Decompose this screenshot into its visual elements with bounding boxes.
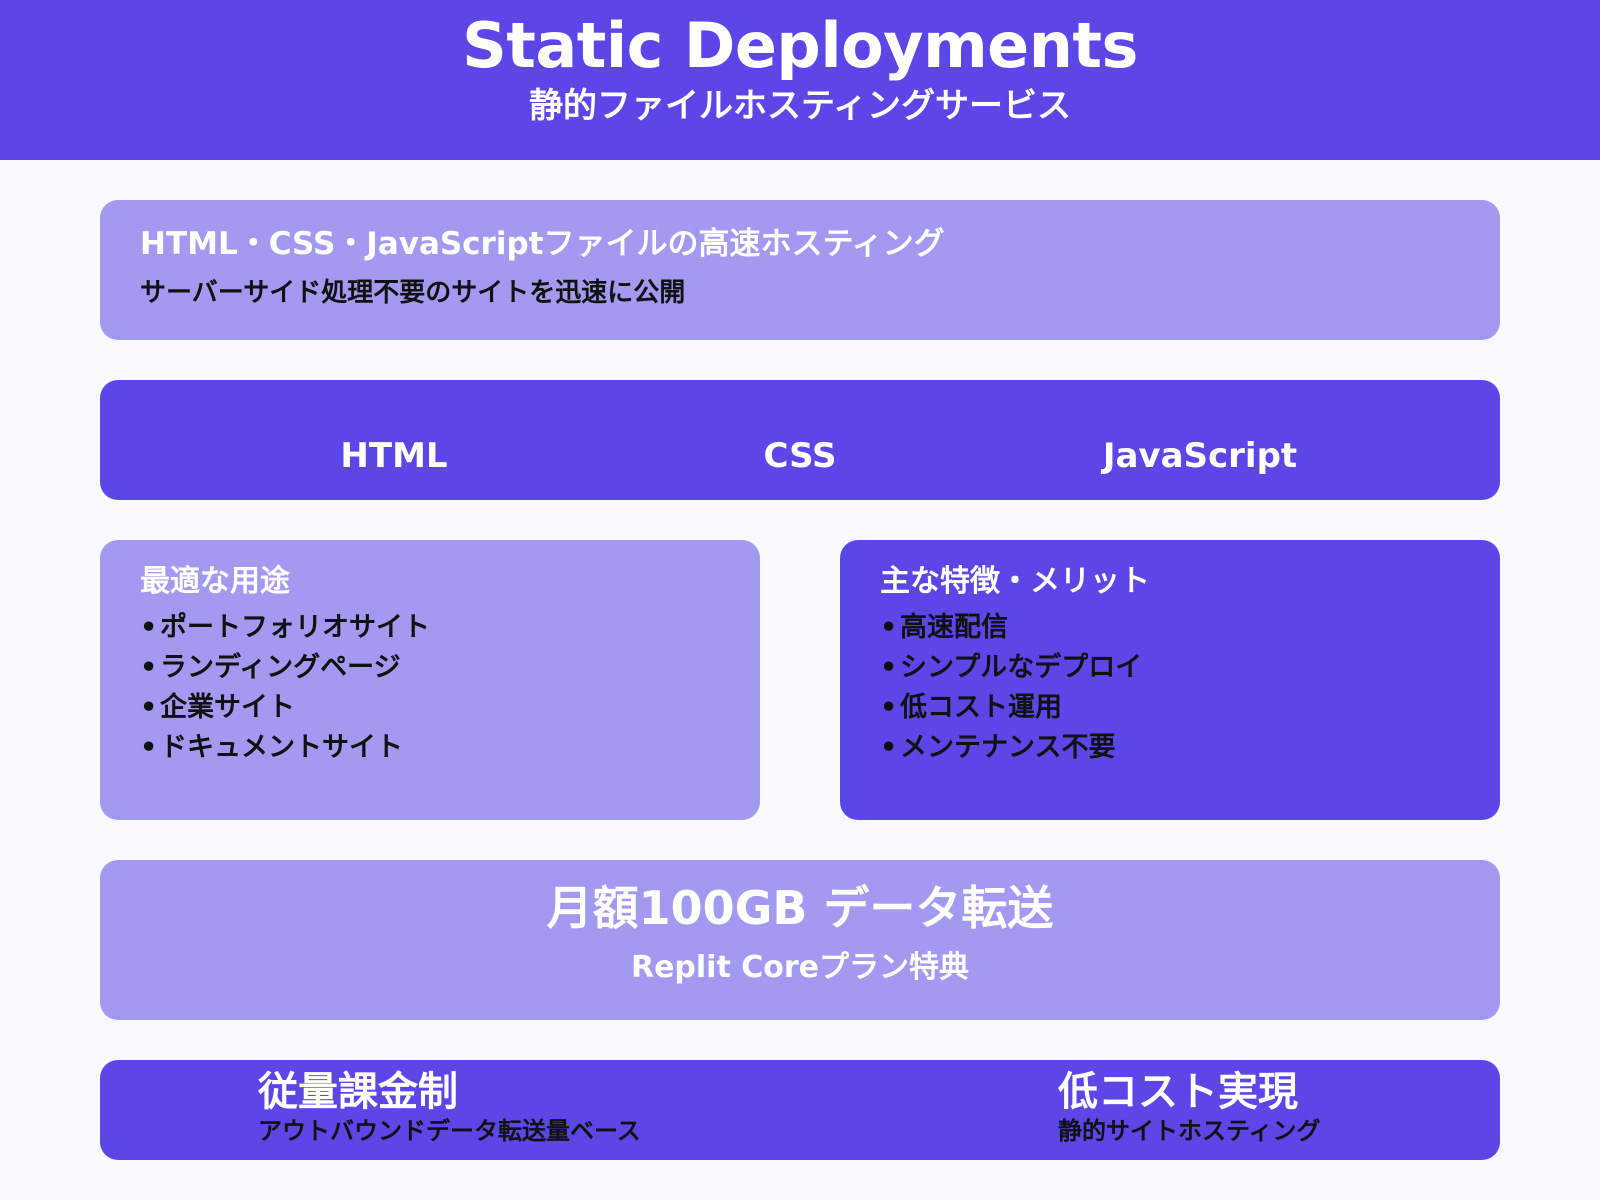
tech-css: CSS xyxy=(763,436,837,476)
plan-note: Replit Coreプラン特典 xyxy=(630,950,970,985)
use-cases-title: 最適な用途 xyxy=(140,564,290,599)
plan-headline: 月額100GB データ転送 xyxy=(546,881,1054,935)
intro-title: HTML・CSS・JavaScriptファイルの高速ホスティング xyxy=(140,226,945,262)
low-cost: 低コスト実現 静的サイトホスティング xyxy=(1058,1068,1321,1146)
tech-javascript: JavaScript xyxy=(1102,436,1298,476)
use-cases-list: • ポートフォリオサイト • ランディングページ • 企業サイト • ドキュメントサイト xyxy=(140,608,430,768)
bullet-icon: • xyxy=(880,732,898,763)
bullet-icon: • xyxy=(140,652,158,683)
list-item: • 高速配信 xyxy=(880,608,1142,648)
intro-description: サーバーサイド処理不要のサイトを迅速に公開 xyxy=(140,278,686,308)
bullet-icon: • xyxy=(880,692,898,723)
pricing-model-subtitle: アウトバウンドデータ転送量ベース xyxy=(258,1117,641,1145)
low-cost-subtitle: 静的サイトホスティング xyxy=(1058,1117,1321,1145)
use-cases-panel: 最適な用途 • ポートフォリオサイト • ランディングページ • 企業サイト • ドキュ… xyxy=(100,540,760,820)
pricing-model-title: 従量課金制 xyxy=(258,1069,458,1115)
list-item: • 企業サイト xyxy=(140,688,430,728)
features-panel: 主な特徴・メリット • 高速配信 • シンプルなデプロイ • 低コスト運用 • メンテナ… xyxy=(840,540,1500,820)
list-item: • ランディングページ xyxy=(140,648,430,688)
header-banner: Static Deployments 静的ファイルホスティングサービス xyxy=(0,0,1600,160)
page-subtitle: 静的ファイルホスティングサービス xyxy=(529,86,1071,126)
list-item: • ドキュメントサイト xyxy=(140,728,430,768)
plan-box: 月額100GB データ転送 Replit Coreプラン特典 xyxy=(100,860,1500,1020)
features-list: • 高速配信 • シンプルなデプロイ • 低コスト運用 • メンテナンス不要 xyxy=(880,608,1142,768)
intro-box: HTML・CSS・JavaScriptファイルの高速ホスティング サーバーサイド… xyxy=(100,200,1500,340)
features-title: 主な特徴・メリット xyxy=(880,564,1150,599)
tech-html: HTML xyxy=(340,436,448,476)
list-item: • シンプルなデプロイ xyxy=(880,648,1142,688)
list-item: • 低コスト運用 xyxy=(880,688,1142,728)
list-item: • ポートフォリオサイト xyxy=(140,608,430,648)
list-item: • メンテナンス不要 xyxy=(880,728,1142,768)
bullet-icon: • xyxy=(880,652,898,683)
pricing-model: 従量課金制 アウトバウンドデータ転送量ベース xyxy=(258,1068,641,1146)
bullet-icon: • xyxy=(140,692,158,723)
bullet-icon: • xyxy=(140,732,158,763)
tech-stack-box: HTML CSS JavaScript xyxy=(100,380,1500,500)
page-title: Static Deployments xyxy=(462,9,1138,82)
pricing-box: 従量課金制 アウトバウンドデータ転送量ベース 低コスト実現 静的サイトホスティン… xyxy=(100,1060,1500,1160)
bullet-icon: • xyxy=(880,612,898,643)
bullet-icon: • xyxy=(140,612,158,643)
low-cost-title: 低コスト実現 xyxy=(1058,1069,1298,1115)
